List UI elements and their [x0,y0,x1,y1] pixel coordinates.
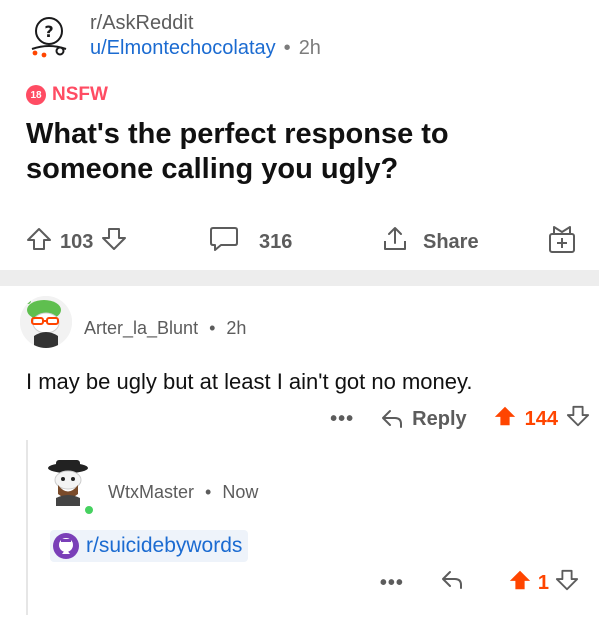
reply-actions: ••• 1 [380,568,579,598]
post-title[interactable]: What's the perfect response to someone c… [26,117,546,187]
post-actions: 103 316 Share [26,222,586,262]
comment-bubble-icon [209,225,239,259]
reply-author[interactable]: WtxMaster [108,482,194,502]
comments-button[interactable]: 316 [209,225,292,259]
nsfw-label: NSFW [52,84,108,105]
nsfw-18-icon: 18 [26,85,46,105]
post-byline: u/Elmontechocolatay • 2h [90,35,321,61]
separator: • [209,318,216,338]
downvote-icon[interactable] [101,226,127,258]
comment-author[interactable]: Arter_la_Blunt [84,318,198,338]
comment-actions: ••• Reply 144 [330,404,590,434]
award-button[interactable] [546,223,578,261]
upvote-active-icon[interactable] [508,568,532,598]
section-divider [0,270,599,286]
subreddit-link[interactable]: r/suicidebywords [50,530,249,562]
reply-button[interactable]: Reply [380,407,467,431]
nsfw-tag: 18 NSFW [26,84,108,106]
share-button[interactable]: Share [381,225,479,259]
reply-age: Now [222,482,259,502]
post-age: 2h [298,37,321,59]
snoo-avatar-icon [20,296,72,348]
post-meta: r/AskReddit u/Elmontechocolatay • 2h [90,11,321,61]
reply-label: Reply [412,407,467,430]
share-icon [381,225,409,259]
separator: • [283,37,291,59]
avatar[interactable] [20,296,72,348]
vote-controls: 103 [26,226,127,258]
more-options-button[interactable]: ••• [380,572,404,595]
subreddit-avatar[interactable]: ? [26,13,72,59]
downvote-icon[interactable] [566,404,590,434]
post-vote-count: 103 [60,230,94,253]
separator: • [205,482,212,502]
comment-count: 316 [259,230,293,253]
post-header: ? r/AskReddit u/Elmontechocolatay • 2h [26,10,321,62]
snoo-detective-avatar-icon [48,460,88,506]
svg-text:?: ? [44,22,53,41]
more-options-button[interactable]: ••• [330,408,354,431]
reply-author-line: WtxMaster • Now [108,482,258,503]
subreddit-icon [53,533,79,559]
comment-author-line: Arter_la_Blunt • 2h [84,318,246,339]
online-status-indicator [83,504,95,516]
avatar[interactable] [44,458,92,506]
reply-arrow-icon [382,410,403,428]
subreddit-link-label: r/suicidebywords [86,534,243,557]
comment-age: 2h [226,318,247,338]
reply-score: 1 [537,571,549,594]
subreddit-name[interactable]: r/AskReddit [90,11,321,35]
gift-award-icon [546,223,578,261]
askreddit-icon: ? [31,17,67,58]
comment-score: 144 [524,407,558,430]
share-label: Share [423,230,479,253]
thread-line[interactable] [26,440,28,615]
upvote-icon[interactable] [26,226,52,258]
comment-body: I may be ugly but at least I ain't got n… [26,369,473,394]
post-author[interactable]: u/Elmontechocolatay [90,35,276,61]
downvote-icon[interactable] [555,568,579,598]
reply-arrow-icon[interactable] [440,569,464,597]
upvote-active-icon[interactable] [493,404,517,434]
